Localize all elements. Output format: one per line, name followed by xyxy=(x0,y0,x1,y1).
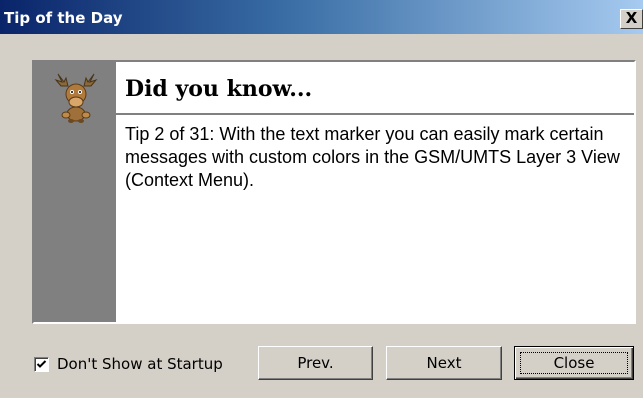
tip-sidebar xyxy=(34,62,116,322)
close-button[interactable]: Close xyxy=(514,346,634,380)
close-icon: X xyxy=(625,9,638,27)
dont-show-at-startup-checkbox[interactable] xyxy=(34,356,49,372)
tip-text: Tip 2 of 31: With the text marker you ca… xyxy=(125,124,620,190)
checkmark-icon xyxy=(36,359,47,368)
tip-of-the-day-dialog: Tip of the Day X Did you know... Tip 2 o… xyxy=(0,0,643,398)
next-button[interactable]: Next xyxy=(386,346,502,380)
prev-button[interactable]: Prev. xyxy=(258,346,373,380)
moose-icon xyxy=(54,73,98,123)
dont-show-at-startup-label[interactable]: Don't Show at Startup xyxy=(57,355,223,373)
dont-show-at-startup-option[interactable]: Don't Show at Startup xyxy=(34,355,223,373)
window-title: Tip of the Day xyxy=(4,9,123,27)
tip-header: Did you know... xyxy=(116,62,634,115)
close-button-label: Close xyxy=(553,354,595,372)
tip-heading: Did you know... xyxy=(125,76,313,102)
title-bar[interactable]: Tip of the Day X xyxy=(0,0,643,34)
close-window-button[interactable]: X xyxy=(620,9,643,29)
tip-panel: Did you know... Tip 2 of 31: With the te… xyxy=(32,60,636,324)
